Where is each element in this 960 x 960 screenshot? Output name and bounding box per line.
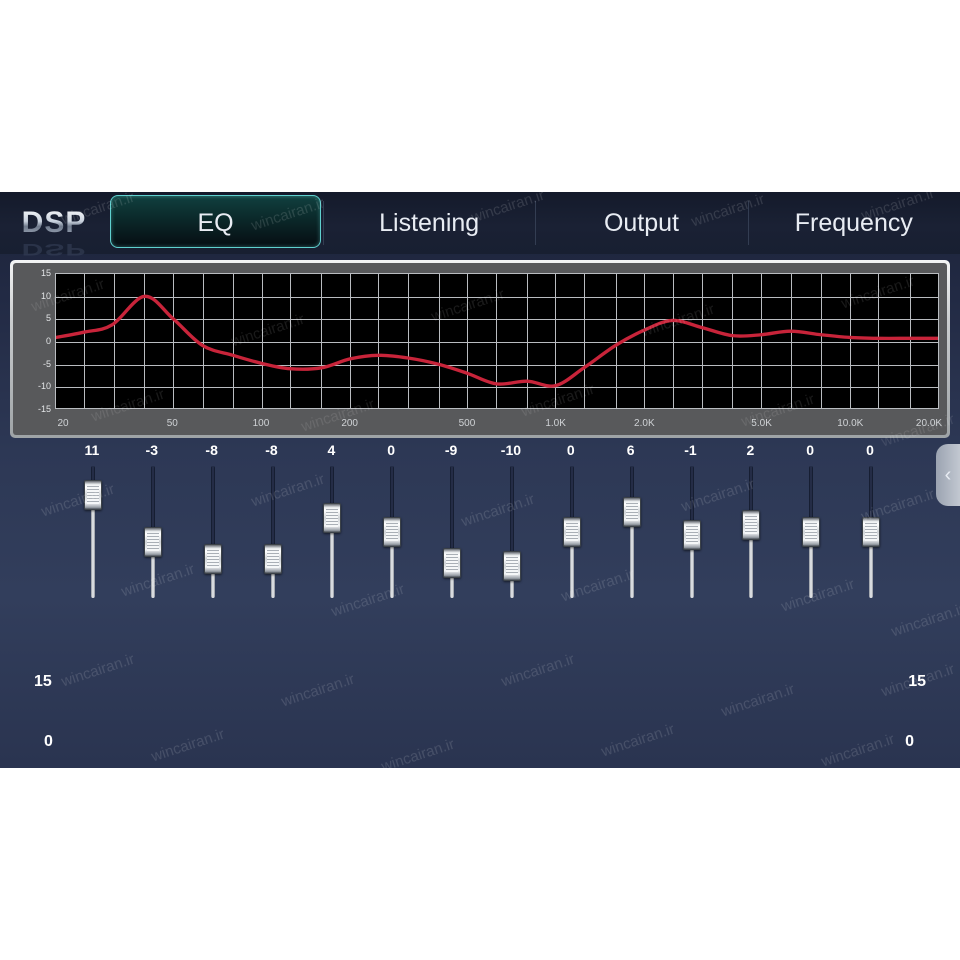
eq-band: -10 — [495, 442, 527, 610]
scale-mid-left: 0 — [44, 733, 53, 750]
y-tick-label: -15 — [37, 404, 51, 414]
y-tick-label: 0 — [45, 336, 51, 346]
eq-response-curve — [56, 294, 938, 388]
band-slider-thumb[interactable] — [323, 503, 342, 534]
dsp-logo: DSP DSP — [0, 192, 108, 258]
eq-band: 0 — [375, 442, 407, 610]
band-slider-thumb[interactable] — [742, 510, 761, 541]
eq-band: -3 — [136, 442, 168, 610]
band-gain-value: 0 — [806, 442, 815, 458]
watermark-text: wincairan.ir — [819, 730, 897, 768]
watermark-text: wincairan.ir — [499, 650, 577, 691]
band-gain-value: 0 — [387, 442, 396, 458]
eq-graph-panel: 15 10 5 0 -5 -10 -15 20 50 100 200 500 1.0K 2.0K 5.0K… — [10, 260, 950, 438]
tab-eq[interactable]: EQ — [108, 192, 323, 254]
x-tick-label: 500 — [458, 418, 476, 429]
y-tick-label: -5 — [42, 358, 51, 369]
x-tick-label: 10.0K — [837, 418, 864, 429]
watermark-text: wincairan.ir — [59, 650, 137, 691]
tab-eq-label: EQ — [197, 208, 234, 237]
band-slider-thumb[interactable] — [143, 527, 162, 558]
y-tick-label: 10 — [40, 290, 51, 301]
dsp-logo-reflection: DSP — [21, 240, 87, 259]
chevron-left-icon: ‹ — [944, 463, 952, 486]
band-gain-value: -10 — [500, 442, 522, 458]
band-slider-track[interactable] — [629, 466, 634, 598]
eq-band: -8 — [196, 442, 228, 610]
band-slider-thumb[interactable] — [682, 520, 701, 551]
band-gain-value: -8 — [205, 442, 218, 458]
slider-track-lower — [90, 494, 95, 598]
x-tick-label: 50 — [166, 418, 178, 429]
band-gain-value: -8 — [265, 442, 278, 458]
dsp-logo-text: DSP — [21, 206, 87, 239]
band-slider-thumb[interactable] — [443, 547, 462, 578]
band-slider-track[interactable] — [270, 466, 275, 598]
band-slider-thumb[interactable] — [83, 479, 102, 510]
eq-band: 0 — [854, 442, 886, 610]
x-tick-label: 5.0K — [751, 418, 772, 429]
x-tick-label: 2.0K — [634, 418, 655, 429]
eq-response-plot[interactable] — [55, 273, 939, 409]
x-tick-label: 20 — [57, 418, 69, 429]
eq-band: 11 — [76, 442, 108, 610]
eq-band: 0 — [555, 442, 587, 610]
tab-frequency[interactable]: Frequency — [747, 192, 960, 254]
x-tick-label: 1.0K — [545, 418, 566, 429]
band-slider-thumb[interactable] — [263, 544, 282, 575]
eq-band-sliders: 11 -3 -8 -8 4 0 -9 -10 0 6 -1 2 0 0 — [62, 442, 900, 610]
band-gain-value: -9 — [444, 442, 458, 458]
eq-band: 2 — [734, 442, 766, 610]
y-tick-label: 5 — [45, 313, 51, 324]
tab-listening-label: Listening — [379, 208, 480, 237]
tab-output[interactable]: Output — [535, 192, 747, 254]
y-tick-label: 15 — [40, 268, 51, 278]
tab-bar: DSP DSP EQ Listening Output Frequency — [0, 192, 960, 258]
eq-band: 6 — [615, 442, 647, 610]
panel-collapse-handle[interactable]: ‹ — [936, 444, 960, 506]
band-gain-value: 6 — [626, 442, 635, 458]
band-slider-thumb[interactable] — [802, 517, 821, 547]
eq-band: 0 — [794, 442, 826, 610]
eq-band: -1 — [675, 442, 707, 610]
band-slider-thumb[interactable] — [862, 517, 881, 547]
band-gain-value: 0 — [866, 442, 874, 458]
x-tick-label: 100 — [252, 418, 270, 429]
watermark-text: wincairan.ir — [719, 680, 797, 721]
band-gain-value: -1 — [684, 442, 697, 458]
band-slider-thumb[interactable] — [622, 496, 641, 527]
tab-output-label: Output — [603, 208, 680, 237]
scale-mid-right: 0 — [905, 733, 914, 750]
band-slider-thumb[interactable] — [203, 544, 222, 575]
watermark-text: wincairan.ir — [149, 725, 227, 766]
scale-top-right: 15 — [908, 673, 926, 690]
band-gain-value: 0 — [566, 442, 575, 458]
band-gain-value: -3 — [145, 442, 158, 458]
band-slider-track[interactable] — [210, 466, 215, 598]
band-slider-thumb[interactable] — [383, 517, 402, 547]
eq-band: -8 — [256, 442, 288, 610]
watermark-text: wincairan.ir — [279, 670, 357, 711]
band-slider-thumb[interactable] — [562, 517, 581, 547]
band-gain-value: 2 — [746, 442, 755, 458]
eq-band: -9 — [435, 442, 467, 610]
band-slider-track[interactable] — [450, 466, 455, 598]
scale-top-left: 15 — [34, 673, 52, 690]
x-tick-label: 20.0K — [915, 418, 943, 429]
band-gain-value: 11 — [84, 442, 100, 458]
x-tick-label: 200 — [341, 418, 358, 429]
dsp-eq-app: DSP DSP EQ Listening Output Frequency 15… — [0, 192, 960, 768]
eq-graph-inner: 15 10 5 0 -5 -10 -15 20 50 100 200 500 1.0K 2.0K 5.0K… — [13, 263, 947, 435]
tab-frequency-label: Frequency — [794, 208, 913, 237]
watermark-text: wincairan.ir — [379, 735, 457, 768]
watermark-text: wincairan.ir — [599, 720, 677, 761]
band-gain-value: 4 — [327, 442, 336, 458]
band-slider-thumb[interactable] — [502, 551, 521, 581]
tab-listening[interactable]: Listening — [323, 192, 535, 254]
y-tick-label: -10 — [37, 381, 51, 392]
eq-band: 4 — [315, 442, 347, 610]
